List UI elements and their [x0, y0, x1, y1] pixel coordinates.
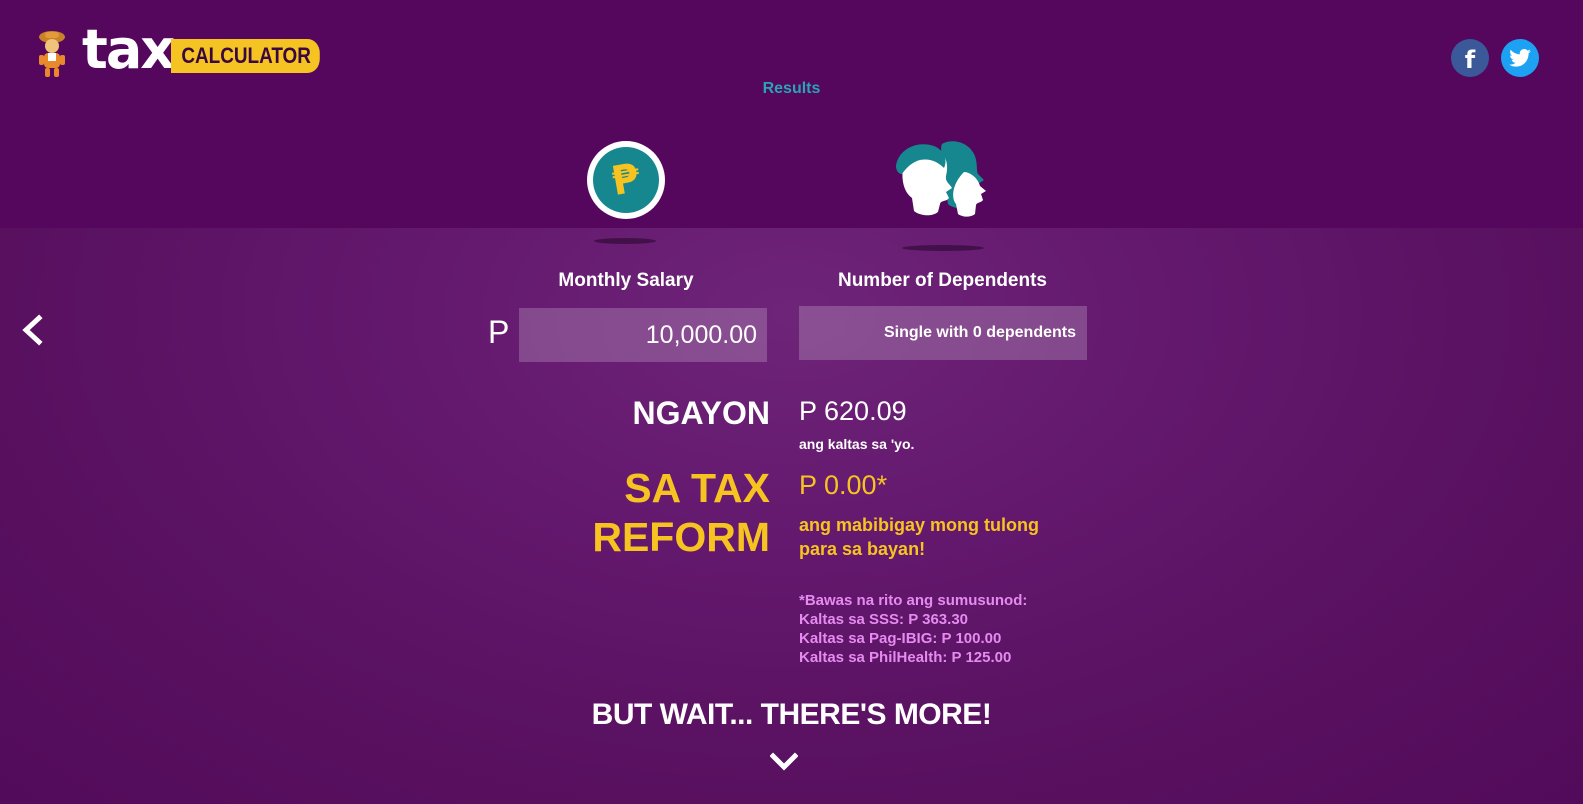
- salary-input[interactable]: [519, 308, 767, 362]
- tax-reform-amount: P 0.00*: [799, 470, 888, 500]
- sss-deduction: Kaltas sa SSS: P 363.30: [799, 611, 968, 628]
- ngayon-label: NGAYON: [632, 395, 770, 431]
- deductions-notes: *Bawas na rito ang sumusunod: Kaltas sa …: [799, 591, 1027, 667]
- tax-reform-label-line1: SA TAX: [624, 465, 770, 511]
- dependents-value: Single with 0 dependents: [883, 324, 1076, 341]
- currency-prefix: P: [488, 314, 510, 350]
- pagibig-deduction: Kaltas sa Pag-IBIG: P 100.00: [799, 630, 1002, 647]
- people-silhouettes-icon[interactable]: [890, 138, 994, 222]
- philhealth-deduction: Kaltas sa PhilHealth: P 125.00: [799, 649, 1012, 666]
- twitter-icon: [1509, 49, 1531, 67]
- facebook-icon: f: [1464, 46, 1476, 74]
- salary-label: Monthly Salary: [558, 270, 694, 291]
- people-shadow: [902, 245, 984, 251]
- logo[interactable]: tax CALCULATOR: [36, 18, 344, 81]
- back-arrow-icon[interactable]: [19, 314, 45, 346]
- coin-shadow: [594, 238, 656, 244]
- ngayon-amount: P 620.09: [799, 396, 907, 426]
- tax-reform-label: SA TAX REFORM: [592, 464, 770, 562]
- logo-badge: CALCULATOR: [171, 39, 320, 73]
- tax-reform-label-line2: REFORM: [592, 514, 770, 560]
- facebook-share-button[interactable]: f: [1451, 39, 1489, 77]
- logo-wordmark: tax: [82, 18, 175, 81]
- chevron-down-icon[interactable]: [770, 752, 798, 772]
- peso-glyph: ₱: [608, 154, 644, 206]
- mascot-icon: [36, 28, 68, 78]
- more-heading: BUT WAIT... THERE'S MORE!: [591, 698, 992, 731]
- dependents-select[interactable]: Single with 0 dependents: [799, 306, 1087, 360]
- twitter-share-button[interactable]: [1501, 39, 1539, 77]
- results-link[interactable]: Results: [0, 80, 1583, 98]
- dependents-label: Number of Dependents: [837, 270, 1048, 291]
- peso-coin-icon[interactable]: ₱: [587, 141, 665, 219]
- tax-reform-caption: ang mabibigay mong tulong para sa bayan!: [799, 515, 1039, 559]
- notes-heading: *Bawas na rito ang sumusunod:: [799, 592, 1028, 609]
- ngayon-caption: ang kaltas sa 'yo.: [799, 436, 915, 452]
